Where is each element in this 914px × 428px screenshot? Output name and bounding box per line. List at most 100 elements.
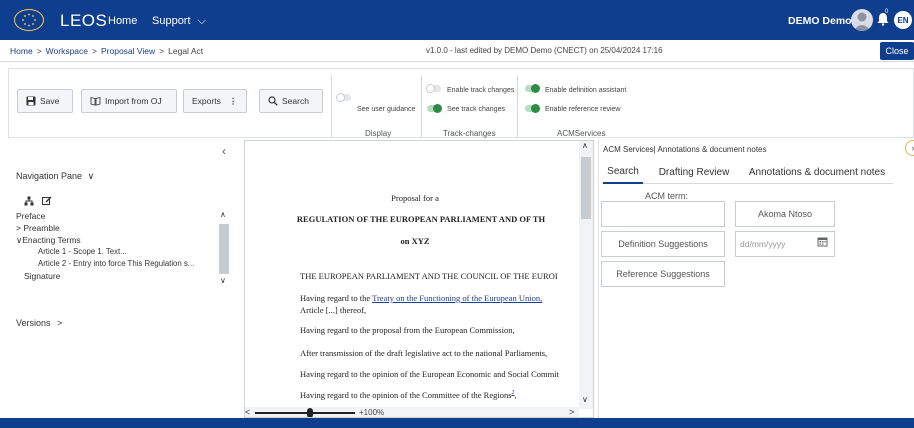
doc-citation-3: After transmission of the draft legislat… <box>300 348 548 358</box>
chevron-down-icon: ⌵ <box>197 15 206 27</box>
chevron-down-icon: ∨ <box>87 171 95 181</box>
navigation-pane-title: Navigation Pane <box>16 171 83 181</box>
ribbon-divider <box>517 75 518 137</box>
document-scroll-thumb[interactable] <box>581 157 591 219</box>
doc-citation-1-cont: Article [...] thereof, <box>300 305 367 315</box>
breadcrumb-current: Legal Act <box>168 46 204 56</box>
scroll-right-icon[interactable]: > <box>569 407 574 417</box>
doc-citation-5-text: Having regard to the opinion of the Comm… <box>300 390 512 400</box>
ribbon-divider <box>331 75 332 137</box>
acm-pane-title: ACM Services| Annotations & document not… <box>603 145 767 154</box>
user-avatar[interactable] <box>851 9 873 31</box>
zoom-bar: < +100% > <box>245 407 579 417</box>
doc-citation-1: Having regard to the Treaty on the Funct… <box>300 293 542 303</box>
more-vertical-icon: ⋮ <box>228 95 238 106</box>
tab-drafting-review[interactable]: Drafting Review <box>651 160 737 184</box>
acm-services-pane: ACM Services| Annotations & document not… <box>598 140 914 418</box>
akoma-ntoso-button[interactable]: Akoma Ntoso <box>735 201 835 227</box>
doc-title: REGULATION OF THE EUROPEAN PARLIAMENT AN… <box>296 214 546 224</box>
acm-term-input[interactable] <box>601 201 725 227</box>
group-acm-label: ACMServices <box>557 129 606 138</box>
breadcrumb-bar: Home > Workspace > Proposal View > Legal Act v… <box>0 40 914 62</box>
language-selector[interactable]: EN <box>894 11 912 29</box>
tree-item-article-2[interactable]: Article 2 - Entry into force This Regula… <box>16 258 216 270</box>
footer-bar <box>0 418 914 428</box>
app-brand[interactable]: LEOS <box>60 11 107 31</box>
scroll-left-icon[interactable]: < <box>245 407 250 417</box>
nav-home-link[interactable]: Home <box>108 15 137 27</box>
save-button[interactable]: Save <box>17 89 73 113</box>
user-name[interactable]: DEMO Demo <box>788 15 852 27</box>
zoom-level: +100% <box>359 408 385 417</box>
hierarchy-icon[interactable] <box>24 196 34 208</box>
tree-item-preamble[interactable]: > Preamble <box>16 222 216 234</box>
zoom-slider-track[interactable] <box>255 412 355 414</box>
group-display-label: Display <box>365 129 392 138</box>
search-button[interactable]: Search <box>259 89 323 113</box>
eu-stars-logo-icon <box>14 9 44 31</box>
treaty-link[interactable]: Treaty on the Functioning of the Europea… <box>372 293 542 303</box>
reference-review-label: Enable reference review <box>545 106 621 113</box>
enable-track-changes-label: Enable track changes <box>447 87 515 94</box>
top-header: LEOS Home Support ⌵ DEMO Demo 0 EN <box>0 0 914 40</box>
acm-term-label: ACM term: <box>645 191 689 201</box>
chevron-right-icon: > <box>57 318 63 328</box>
see-track-changes-toggle[interactable] <box>427 104 442 113</box>
breadcrumb-workspace[interactable]: Workspace <box>46 46 88 56</box>
scroll-down-icon[interactable]: ∨ <box>220 276 226 285</box>
definition-assistant-label: Enable definition assistant <box>545 87 627 94</box>
collapse-left-icon[interactable]: ‹ <box>222 144 226 158</box>
tree-scroll-thumb[interactable] <box>219 224 229 274</box>
doc-citation-5-end: , <box>514 390 517 400</box>
import-from-oj-button[interactable]: Import from OJ <box>81 89 177 113</box>
document-vertical-scrollbar[interactable]: ∧ ∨ <box>579 141 593 409</box>
doc-enacting-formula: THE EUROPEAN PARLIAMENT AND THE COUNCIL … <box>300 271 558 281</box>
import-label: Import from OJ <box>105 96 162 106</box>
zoom-slider-handle[interactable] <box>307 408 313 417</box>
navigation-tree: Preface > Preamble ∨Enacting Terms Artic… <box>16 210 216 282</box>
user-guidance-label: See user guidance <box>357 106 416 113</box>
reference-review-toggle[interactable] <box>525 104 540 113</box>
exports-button[interactable]: Exports ⋮ <box>183 89 247 113</box>
scroll-up-icon[interactable]: ∧ <box>220 210 226 219</box>
edit-icon[interactable] <box>42 196 52 208</box>
tree-scrollbar[interactable]: ∧ ∨ <box>219 210 229 286</box>
navigation-pane-header[interactable]: Navigation Pane ∨ <box>16 171 94 182</box>
scroll-down-icon[interactable]: ∨ <box>582 395 588 404</box>
user-silhouette-icon <box>853 12 871 31</box>
tree-item-preface[interactable]: Preface <box>16 210 216 222</box>
tree-item-enacting-terms[interactable]: ∨Enacting Terms <box>16 234 216 246</box>
calendar-icon[interactable] <box>817 236 828 249</box>
tree-item-signature[interactable]: Signature <box>16 270 216 282</box>
breadcrumb-home[interactable]: Home <box>10 46 33 56</box>
toolbar-ribbon: Save Import from OJ Exports ⋮ Search See… <box>8 68 914 138</box>
tree-item-article-1[interactable]: Article 1 - Scope 1. Text... <box>16 246 216 258</box>
scroll-up-icon[interactable]: ∧ <box>582 141 588 150</box>
notifications-bell-icon[interactable]: 0 <box>876 9 890 26</box>
nav-support-menu[interactable]: Support ⌵ <box>152 15 206 28</box>
document-viewer: Proposal for a REGULATION OF THE EUROPEA… <box>244 140 594 418</box>
save-icon <box>26 96 36 106</box>
doc-citation-5: Having regard to the opinion of the Comm… <box>300 390 517 400</box>
doc-subtitle: on XYZ <box>400 236 430 246</box>
reference-suggestions-button[interactable]: Reference Suggestions <box>601 261 725 287</box>
enable-track-changes-toggle[interactable] <box>426 84 441 93</box>
expand-pane-icon[interactable]: › <box>905 140 914 156</box>
version-info: v1.0.0 - last edited by DEMO Demo (CNECT… <box>426 46 663 55</box>
doc-proposal-for: Proposal for a <box>391 193 439 203</box>
definition-suggestions-button[interactable]: Definition Suggestions <box>601 231 725 257</box>
versions-section[interactable]: Versions > <box>16 318 62 328</box>
nav-support-label: Support <box>152 15 191 27</box>
tab-search[interactable]: Search <box>603 160 643 184</box>
breadcrumb-proposal-view[interactable]: Proposal View <box>101 46 155 56</box>
doc-citation-4: Having regard to the opinion of the Euro… <box>300 369 559 379</box>
book-icon <box>90 96 101 106</box>
acm-tabs: Search Drafting Review Annotations & doc… <box>603 160 893 184</box>
close-button[interactable]: Close <box>880 42 914 60</box>
user-guidance-toggle[interactable] <box>336 93 351 102</box>
nav-tools <box>24 196 52 208</box>
ribbon-divider <box>421 75 422 137</box>
tab-annotations[interactable]: Annotations & document notes <box>741 160 893 184</box>
definition-assistant-toggle[interactable] <box>525 84 540 93</box>
document-page[interactable]: Proposal for a REGULATION OF THE EUROPEA… <box>245 141 579 409</box>
